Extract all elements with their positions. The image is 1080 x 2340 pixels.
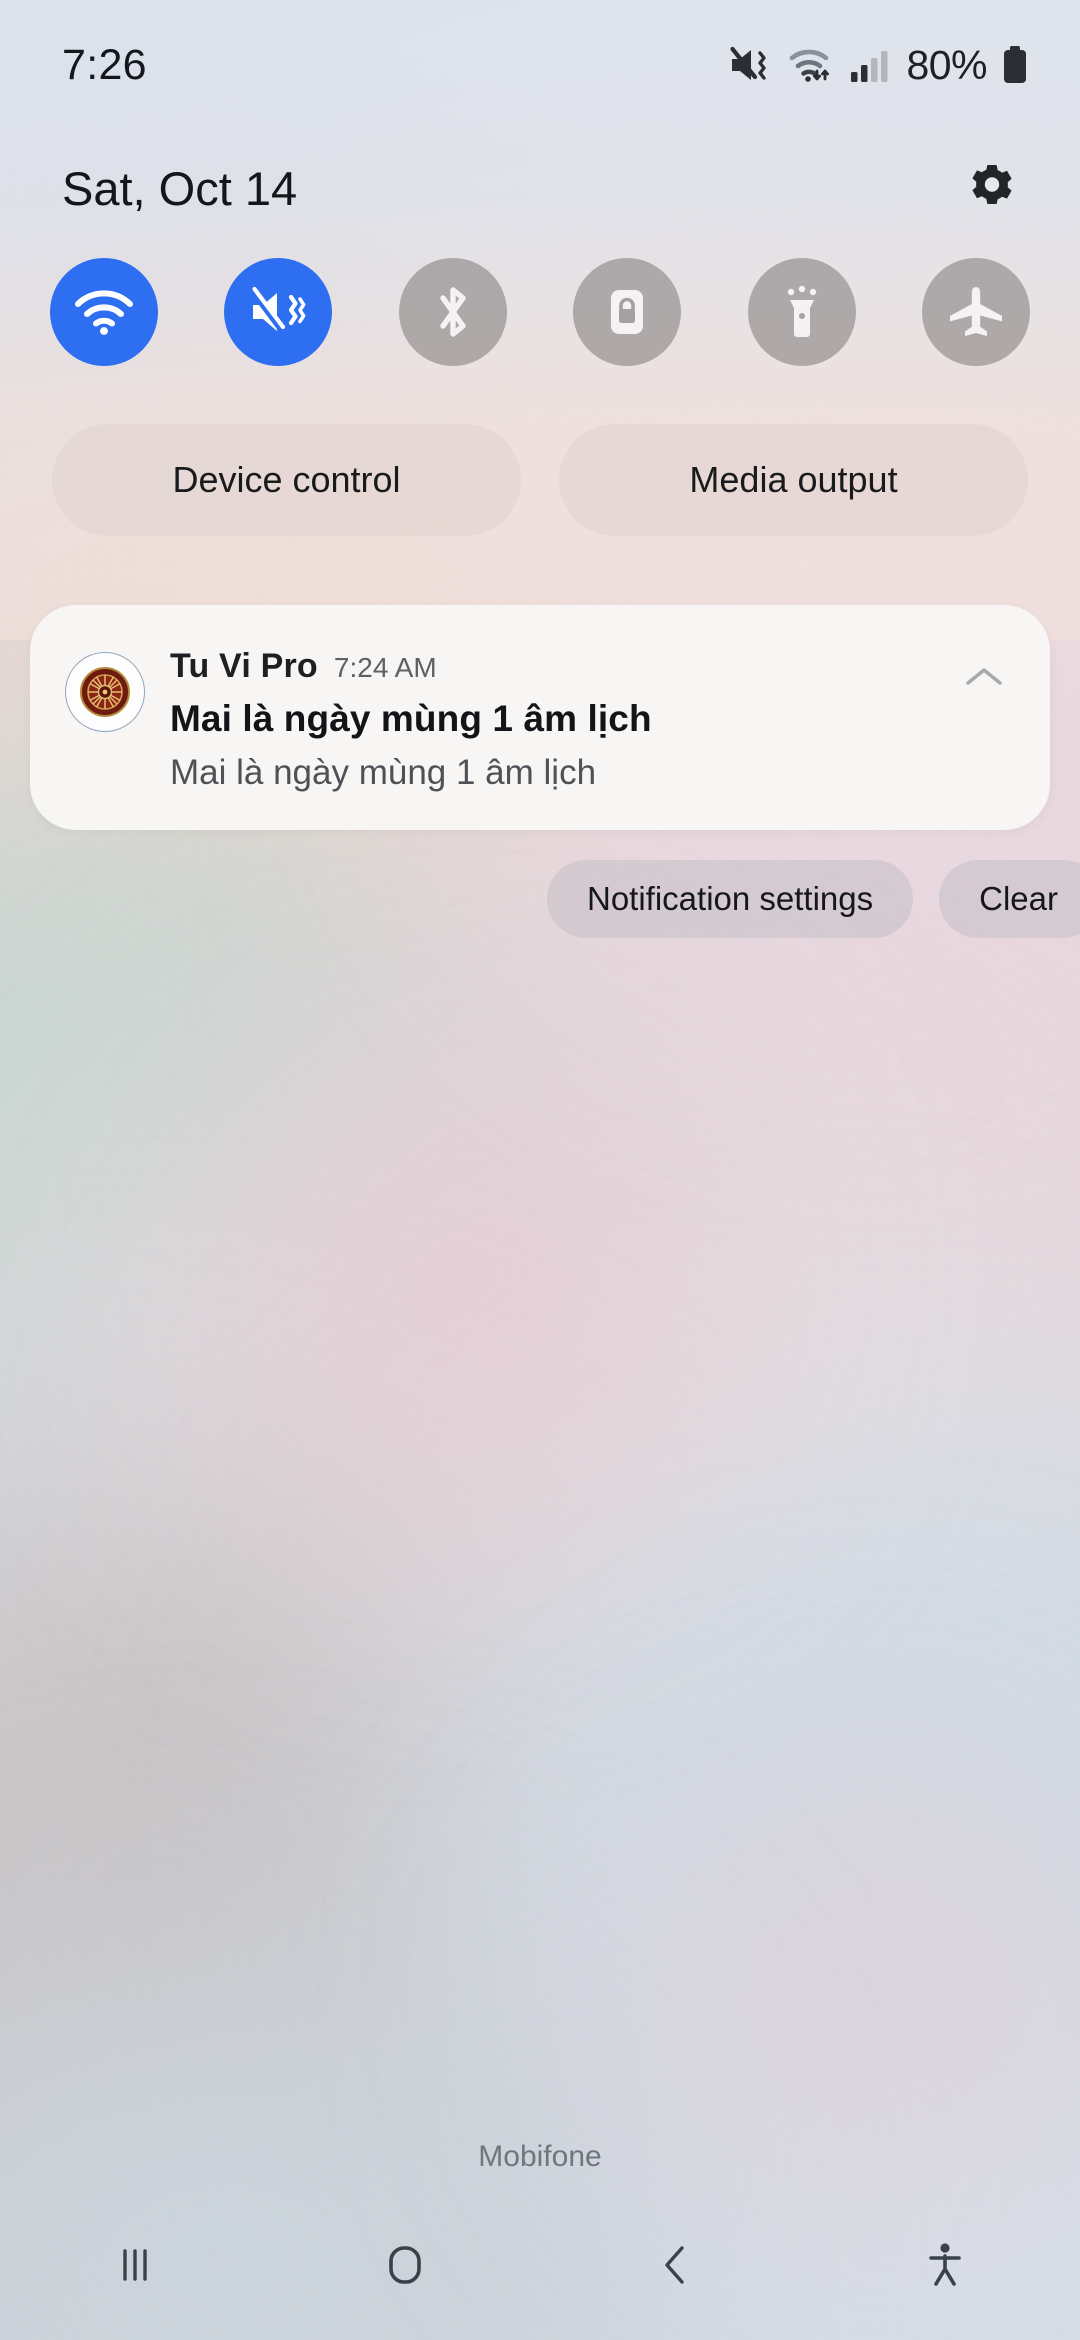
- media-output-button[interactable]: Media output: [559, 424, 1028, 536]
- notification-title: Mai là ngày mùng 1 âm lịch: [170, 698, 652, 739]
- rotate-lock-icon: [611, 290, 644, 334]
- date-label: Sat, Oct 14: [62, 161, 298, 215]
- nav-recents-button[interactable]: [0, 2190, 270, 2340]
- toggle-flashlight[interactable]: [747, 258, 856, 366]
- quick-toggle-row: [0, 258, 1080, 366]
- zodiac-wheel-icon: [80, 667, 130, 717]
- navigation-bar: [0, 2190, 1080, 2340]
- nav-home-button[interactable]: [270, 2190, 540, 2340]
- status-icons: 80%: [729, 42, 1028, 89]
- quick-pill-row: Device control Media output: [0, 424, 1080, 536]
- notification-app-name: Tu Vi Pro: [170, 647, 318, 685]
- recents-icon: [123, 2249, 147, 2281]
- clear-notifications-button[interactable]: Clear: [939, 860, 1080, 938]
- toggle-airplane-mode[interactable]: [921, 258, 1030, 366]
- phone-screen: 7:26 80% Sat, Oct 14 Device control Medi…: [0, 0, 1080, 2340]
- notification-card[interactable]: Tu Vi Pro 7:24 AM Mai là ngày mùng 1 âm …: [30, 605, 1050, 830]
- toggle-bluetooth[interactable]: [398, 258, 507, 366]
- vibrate-icon: [249, 286, 306, 333]
- notification-body: Mai là ngày mùng 1 âm lịch: [170, 753, 597, 792]
- status-bar: 7:26 80%: [0, 0, 1080, 130]
- nav-back-button[interactable]: [540, 2190, 810, 2340]
- airplane-icon: [949, 287, 1002, 336]
- toggle-auto-rotate[interactable]: [573, 258, 682, 366]
- nav-accessibility-button[interactable]: [810, 2190, 1080, 2340]
- notification-app-icon: [65, 652, 145, 732]
- bluetooth-icon: [440, 287, 466, 337]
- accessibility-icon: [929, 2243, 961, 2286]
- notification-settings-button[interactable]: Notification settings: [547, 860, 914, 938]
- wifi-icon: [790, 49, 830, 82]
- back-icon: [665, 2246, 684, 2284]
- notification-action-row: Notification settings Clear: [547, 860, 1080, 938]
- date-row: Sat, Oct 14: [0, 140, 1080, 236]
- settings-button[interactable]: [952, 148, 1032, 228]
- signal-bars-icon: [851, 51, 888, 82]
- notification-time: 7:24 AM: [333, 652, 437, 683]
- mute-vibrate-icon: [730, 46, 767, 80]
- device-control-button[interactable]: Device control: [52, 424, 521, 536]
- gear-icon: [972, 165, 1012, 204]
- home-icon: [389, 2246, 421, 2284]
- battery-percentage: 80%: [906, 41, 987, 88]
- toggle-wifi[interactable]: [50, 258, 158, 366]
- wifi-icon: [75, 290, 133, 335]
- flashlight-icon: [787, 285, 816, 337]
- notification-header: Tu Vi Pro 7:24 AM: [170, 647, 437, 686]
- battery-icon: [1004, 46, 1026, 83]
- chevron-up-icon: [966, 668, 1002, 685]
- status-clock: 7:26: [62, 40, 147, 89]
- carrier-label: Mobifone: [478, 2140, 602, 2173]
- toggle-sound-mode[interactable]: [224, 258, 333, 366]
- notification-collapse-button[interactable]: [948, 641, 1020, 713]
